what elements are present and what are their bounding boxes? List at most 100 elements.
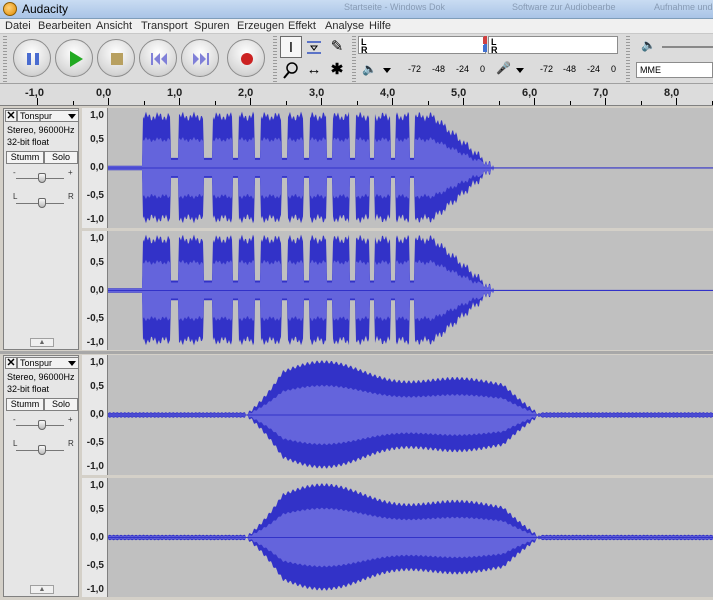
skip-end-button[interactable] bbox=[181, 39, 219, 77]
ruler-label: 4,0 bbox=[380, 87, 396, 99]
selection-tool-icon[interactable]: Ι bbox=[280, 36, 302, 58]
ruler-tick bbox=[498, 101, 500, 105]
pause-button[interactable] bbox=[13, 39, 51, 77]
collapse-track-button[interactable]: ▲ bbox=[30, 338, 54, 347]
menu-effekt[interactable]: Effekt bbox=[288, 20, 316, 32]
waveform-track2-right[interactable] bbox=[108, 478, 713, 597]
audio-host-select[interactable]: MME bbox=[636, 62, 713, 78]
toolbar-grip[interactable] bbox=[273, 36, 277, 82]
solo-button[interactable]: Solo bbox=[44, 151, 78, 164]
pan-slider[interactable] bbox=[38, 198, 46, 208]
menu-bar: Datei Bearbeiten Ansicht Transport Spure… bbox=[0, 19, 713, 34]
mute-button[interactable]: Stumm bbox=[6, 151, 44, 164]
ruler-tick bbox=[143, 101, 145, 105]
multi-tool-icon[interactable]: ✱ bbox=[326, 59, 348, 81]
playback-volume-slider[interactable] bbox=[662, 46, 713, 48]
track-control-panel: ✕ Tonspur Stereo, 96000Hz 32-bit float S… bbox=[3, 355, 79, 597]
microphone-icon: 🎤 bbox=[496, 61, 511, 75]
meter-clip-mark bbox=[484, 36, 487, 44]
chevron-down-icon bbox=[68, 114, 76, 119]
timeshift-tool-icon[interactable]: ↔ bbox=[303, 59, 325, 81]
audacity-logo-icon bbox=[3, 2, 17, 16]
waveform-track1-right[interactable] bbox=[108, 231, 713, 350]
track-name-dropdown[interactable]: Tonspur bbox=[17, 110, 79, 122]
vertical-ruler: 1,0 0,5 0,0 -0,5 -1,0 bbox=[82, 108, 108, 228]
ruler-label: 3,0 bbox=[309, 87, 325, 99]
ruler-tick bbox=[108, 98, 109, 105]
meter-clip-mark bbox=[484, 44, 487, 52]
close-track-button[interactable]: ✕ bbox=[5, 110, 17, 122]
track-separator[interactable] bbox=[0, 351, 713, 354]
ruler-label: 0,0 bbox=[96, 87, 112, 99]
waveform-track1-left[interactable] bbox=[108, 108, 713, 228]
gain-plus-label: + bbox=[68, 168, 73, 177]
ruler-tick bbox=[569, 101, 571, 105]
playback-meter[interactable]: L R bbox=[358, 36, 486, 55]
ruler-label: 8,0 bbox=[664, 87, 680, 99]
skip-end-icon bbox=[193, 53, 209, 65]
menu-erzeugen[interactable]: Erzeugen bbox=[237, 20, 284, 32]
ruler-tick bbox=[463, 98, 464, 105]
menu-hilfe[interactable]: Hilfe bbox=[369, 20, 391, 32]
pan-slider[interactable] bbox=[38, 445, 46, 455]
ruler-label: 1,0 bbox=[167, 87, 183, 99]
timeline-ruler[interactable]: -1,0 0,0 1,0 2,0 3,0 4,0 5,0 6,0 7,0 8,0 bbox=[0, 84, 713, 106]
meter-right-label: R bbox=[491, 45, 498, 55]
ruler-tick bbox=[321, 98, 322, 105]
waveform bbox=[108, 483, 713, 591]
background-window-tab[interactable]: Startseite - Windows Dokumentenansicht bbox=[330, 2, 445, 17]
close-track-button[interactable]: ✕ bbox=[5, 357, 17, 369]
menu-transport[interactable]: Transport bbox=[141, 20, 188, 32]
ruler-label: 5,0 bbox=[451, 87, 467, 99]
stop-icon bbox=[111, 53, 123, 65]
chevron-down-icon[interactable] bbox=[383, 68, 391, 73]
ruler-tick bbox=[676, 98, 677, 105]
draw-tool-icon[interactable]: ✎ bbox=[326, 36, 348, 58]
toolbar-grip[interactable] bbox=[3, 36, 7, 82]
ruler-label: 6,0 bbox=[522, 87, 538, 99]
menu-analyse[interactable]: Analyse bbox=[325, 20, 364, 32]
skip-start-button[interactable] bbox=[139, 39, 177, 77]
chevron-down-icon[interactable] bbox=[516, 68, 524, 73]
gain-minus-label: - bbox=[13, 415, 16, 424]
menu-datei[interactable]: Datei bbox=[5, 20, 31, 32]
chevron-down-icon bbox=[68, 361, 76, 366]
track-info-format: Stereo, 96000Hz bbox=[7, 125, 75, 135]
ruler-tick bbox=[356, 101, 358, 105]
menu-spuren[interactable]: Spuren bbox=[194, 20, 229, 32]
ruler-tick bbox=[392, 98, 393, 105]
background-window-tab[interactable]: Software zur Audiobearbeitung - Micr... bbox=[498, 2, 616, 17]
ruler-label: -1,0 bbox=[25, 87, 44, 99]
menu-ansicht[interactable]: Ansicht bbox=[96, 20, 132, 32]
tools-toolbar: Ι ✎ ↔ ✱ bbox=[280, 36, 352, 82]
record-meter[interactable]: L R bbox=[488, 36, 618, 55]
solo-button[interactable]: Solo bbox=[44, 398, 78, 411]
ruler-tick bbox=[605, 98, 606, 105]
gain-slider[interactable] bbox=[38, 173, 46, 183]
gain-slider[interactable] bbox=[38, 420, 46, 430]
ruler-label: 7,0 bbox=[593, 87, 609, 99]
ruler-tick bbox=[37, 98, 38, 105]
menu-bearbeiten[interactable]: Bearbeiten bbox=[38, 20, 91, 32]
gain-plus-label: + bbox=[68, 415, 73, 424]
pan-right-label: R bbox=[68, 192, 74, 201]
background-window-tab[interactable]: Aufnahme und Bearbeitung - Neu... bbox=[640, 2, 713, 17]
toolbar-grip[interactable] bbox=[352, 36, 356, 82]
envelope-tool-icon[interactable] bbox=[303, 36, 325, 58]
collapse-track-button[interactable]: ▲ bbox=[30, 585, 54, 594]
track-name-dropdown[interactable]: Tonspur bbox=[17, 357, 79, 369]
record-button[interactable] bbox=[227, 39, 265, 77]
mute-button[interactable]: Stumm bbox=[6, 398, 44, 411]
stop-button[interactable] bbox=[97, 39, 135, 77]
zoom-tool-icon[interactable] bbox=[280, 59, 302, 81]
window-title: Audacity bbox=[22, 2, 69, 16]
pause-icon bbox=[27, 53, 39, 65]
skip-start-icon bbox=[151, 53, 167, 65]
meter-right-label: R bbox=[361, 45, 368, 55]
waveform bbox=[108, 111, 713, 224]
toolbar-grip[interactable] bbox=[626, 36, 630, 82]
play-button[interactable] bbox=[55, 39, 93, 77]
pan-left-label: L bbox=[13, 439, 18, 448]
waveform-track2-left[interactable] bbox=[108, 355, 713, 475]
play-icon bbox=[70, 51, 83, 67]
